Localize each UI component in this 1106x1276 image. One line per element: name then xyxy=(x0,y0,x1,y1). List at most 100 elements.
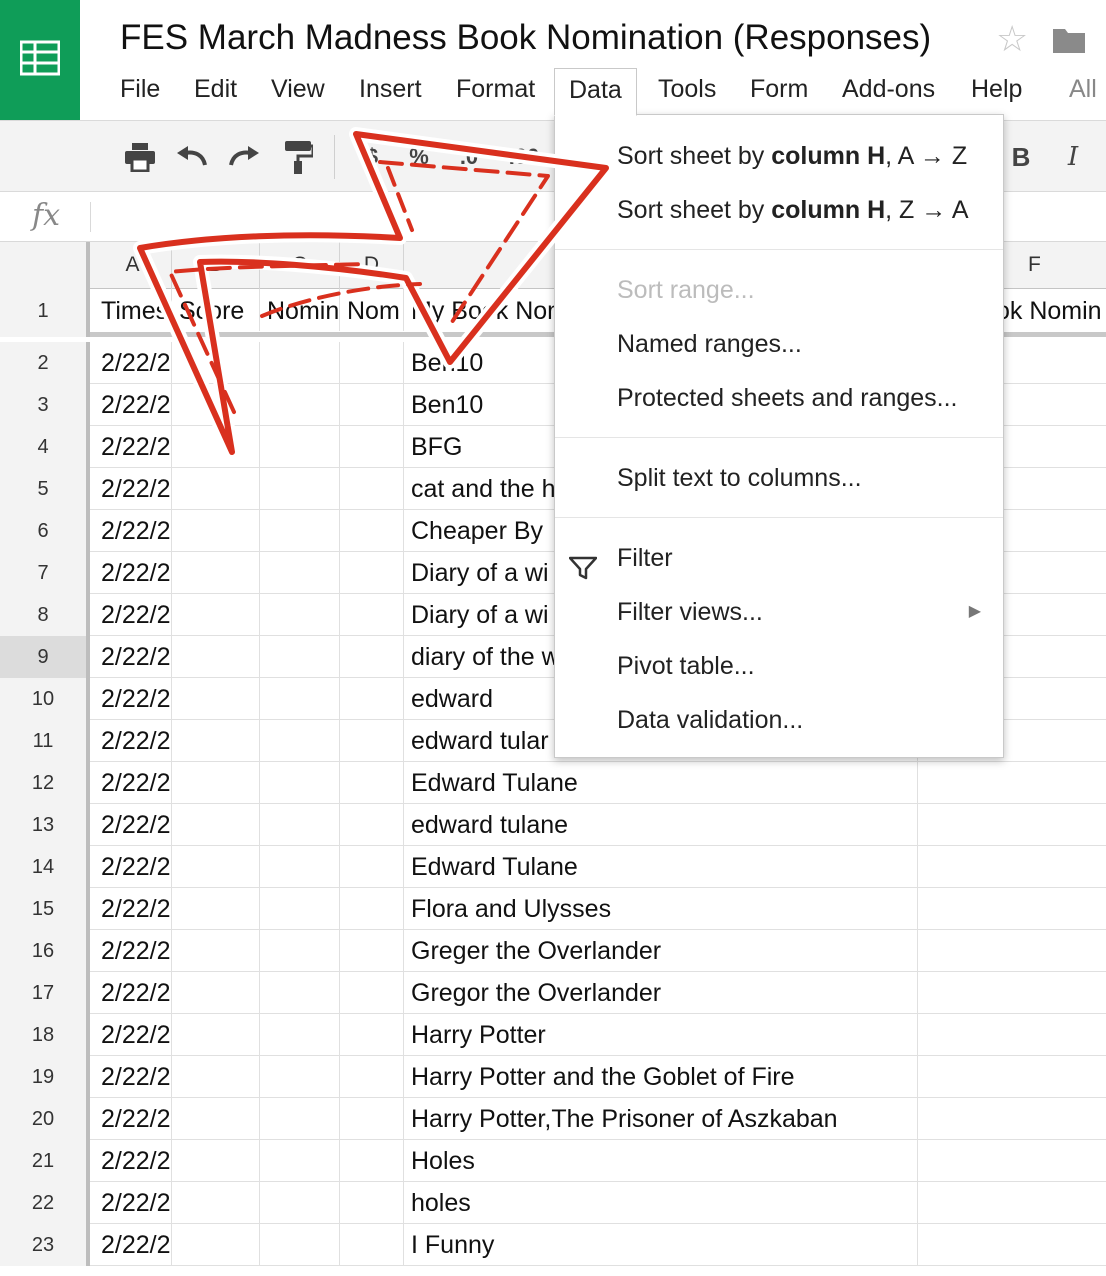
cell-timestamp[interactable]: 2/22/2 xyxy=(94,384,172,426)
cell-nominator[interactable] xyxy=(260,510,340,552)
cell-score[interactable] xyxy=(172,636,260,678)
currency-icon[interactable]: $ xyxy=(360,137,384,177)
column-header-b[interactable]: B xyxy=(172,242,260,289)
cell-timestamp[interactable]: 2/22/2 xyxy=(94,930,172,972)
cell-score[interactable] xyxy=(172,1098,260,1140)
row-number[interactable]: 3 xyxy=(0,384,90,426)
row-number[interactable]: 17 xyxy=(0,972,90,1014)
bold-button[interactable]: B xyxy=(1006,137,1036,177)
cell-nominee[interactable] xyxy=(340,720,404,762)
cell-nominee[interactable] xyxy=(340,804,404,846)
cell-nominator[interactable] xyxy=(260,426,340,468)
cell-book-title[interactable]: Harry Potter xyxy=(404,1014,918,1056)
row-number[interactable]: 21 xyxy=(0,1140,90,1182)
cell-score[interactable] xyxy=(172,1224,260,1266)
column-header-c[interactable]: C xyxy=(260,242,340,289)
document-title[interactable]: FES March Madness Book Nomination (Respo… xyxy=(120,18,931,58)
filter-item[interactable]: Filter xyxy=(555,533,1003,583)
row-number[interactable]: 2 xyxy=(0,342,90,384)
cell-f[interactable] xyxy=(918,972,1106,1014)
cell-nominator[interactable] xyxy=(260,678,340,720)
redo-icon[interactable] xyxy=(224,137,264,177)
cell-timestamp[interactable]: 2/22/2 xyxy=(94,1014,172,1056)
cell-nominee[interactable] xyxy=(340,678,404,720)
split-text-item[interactable]: Split text to columns... xyxy=(555,453,1003,503)
cell-book-title[interactable]: edward tulane xyxy=(404,804,918,846)
cell-nominator[interactable] xyxy=(260,1182,340,1224)
column-header-d[interactable]: D xyxy=(340,242,404,289)
cell-score[interactable] xyxy=(172,552,260,594)
all-changes-saved[interactable]: All xyxy=(1055,68,1106,112)
row-number[interactable]: 4 xyxy=(0,426,90,468)
cell-f[interactable] xyxy=(918,1224,1106,1266)
row-number[interactable]: 8 xyxy=(0,594,90,636)
row-number[interactable]: 6 xyxy=(0,510,90,552)
cell-score[interactable] xyxy=(172,1182,260,1224)
cell-book-title[interactable]: Flora and Ulysses xyxy=(404,888,918,930)
cell-nominator[interactable] xyxy=(260,384,340,426)
menu-file[interactable]: File xyxy=(106,68,174,112)
cell-score[interactable] xyxy=(172,762,260,804)
cell-nominator[interactable] xyxy=(260,972,340,1014)
cell-nominator[interactable] xyxy=(260,888,340,930)
cell-nominee[interactable] xyxy=(340,762,404,804)
cell-nominee[interactable] xyxy=(340,1224,404,1266)
row-number[interactable]: 23 xyxy=(0,1224,90,1266)
cell-score[interactable] xyxy=(172,384,260,426)
header-cell-nominee[interactable]: Nom xyxy=(340,289,404,331)
menu-help[interactable]: Help xyxy=(957,68,1036,112)
cell-nominator[interactable] xyxy=(260,342,340,384)
cell-book-title[interactable]: Holes xyxy=(404,1140,918,1182)
menu-format[interactable]: Format xyxy=(442,68,549,112)
cell-nominator[interactable] xyxy=(260,762,340,804)
cell-nominee[interactable] xyxy=(340,468,404,510)
header-cell-score[interactable]: Score xyxy=(172,289,260,331)
cell-nominee[interactable] xyxy=(340,1182,404,1224)
cell-score[interactable] xyxy=(172,678,260,720)
row-number[interactable]: 14 xyxy=(0,846,90,888)
row-number[interactable]: 12 xyxy=(0,762,90,804)
row-number[interactable]: 18 xyxy=(0,1014,90,1056)
cell-book-title[interactable]: holes xyxy=(404,1182,918,1224)
sort-za-item[interactable]: Sort sheet by column H, Z → A xyxy=(555,185,1003,235)
cell-book-title[interactable]: Edward Tulane xyxy=(404,846,918,888)
cell-book-title[interactable]: Harry Potter,The Prisoner of Aszkaban xyxy=(404,1098,918,1140)
cell-timestamp[interactable]: 2/22/2 xyxy=(94,972,172,1014)
row-number[interactable]: 5 xyxy=(0,468,90,510)
cell-timestamp[interactable]: 2/22/2 xyxy=(94,468,172,510)
cell-f[interactable] xyxy=(918,1098,1106,1140)
cell-nominator[interactable] xyxy=(260,720,340,762)
cell-book-title[interactable]: Harry Potter and the Goblet of Fire xyxy=(404,1056,918,1098)
cell-nominee[interactable] xyxy=(340,1014,404,1056)
cell-f[interactable] xyxy=(918,1014,1106,1056)
cell-score[interactable] xyxy=(172,1056,260,1098)
column-header-a[interactable]: A xyxy=(94,242,172,289)
row-number[interactable]: 22 xyxy=(0,1182,90,1224)
cell-f[interactable] xyxy=(918,888,1106,930)
cell-nominee[interactable] xyxy=(340,1056,404,1098)
star-icon[interactable]: ☆ xyxy=(996,18,1028,60)
cell-timestamp[interactable]: 2/22/2 xyxy=(94,762,172,804)
protected-ranges-item[interactable]: Protected sheets and ranges... xyxy=(555,373,1003,423)
row-number[interactable]: 20 xyxy=(0,1098,90,1140)
cell-timestamp[interactable]: 2/22/2 xyxy=(94,846,172,888)
cell-nominee[interactable] xyxy=(340,972,404,1014)
cell-nominator[interactable] xyxy=(260,1098,340,1140)
cell-timestamp[interactable]: 2/22/2 xyxy=(94,1140,172,1182)
italic-button[interactable]: I xyxy=(1058,137,1088,177)
cell-nominee[interactable] xyxy=(340,1098,404,1140)
cell-nominee[interactable] xyxy=(340,342,404,384)
cell-f[interactable] xyxy=(918,1056,1106,1098)
row-number[interactable]: 19 xyxy=(0,1056,90,1098)
cell-nominee[interactable] xyxy=(340,888,404,930)
row-number[interactable]: 9 xyxy=(0,636,90,678)
cell-timestamp[interactable]: 2/22/2 xyxy=(94,594,172,636)
select-all-corner[interactable] xyxy=(0,242,90,289)
cell-timestamp[interactable]: 2/22/2 xyxy=(94,888,172,930)
cell-timestamp[interactable]: 2/22/2 xyxy=(94,720,172,762)
menu-view[interactable]: View xyxy=(257,68,339,112)
cell-nominator[interactable] xyxy=(260,1224,340,1266)
named-ranges-item[interactable]: Named ranges... xyxy=(555,319,1003,369)
cell-book-title[interactable]: Edward Tulane xyxy=(404,762,918,804)
cell-score[interactable] xyxy=(172,846,260,888)
